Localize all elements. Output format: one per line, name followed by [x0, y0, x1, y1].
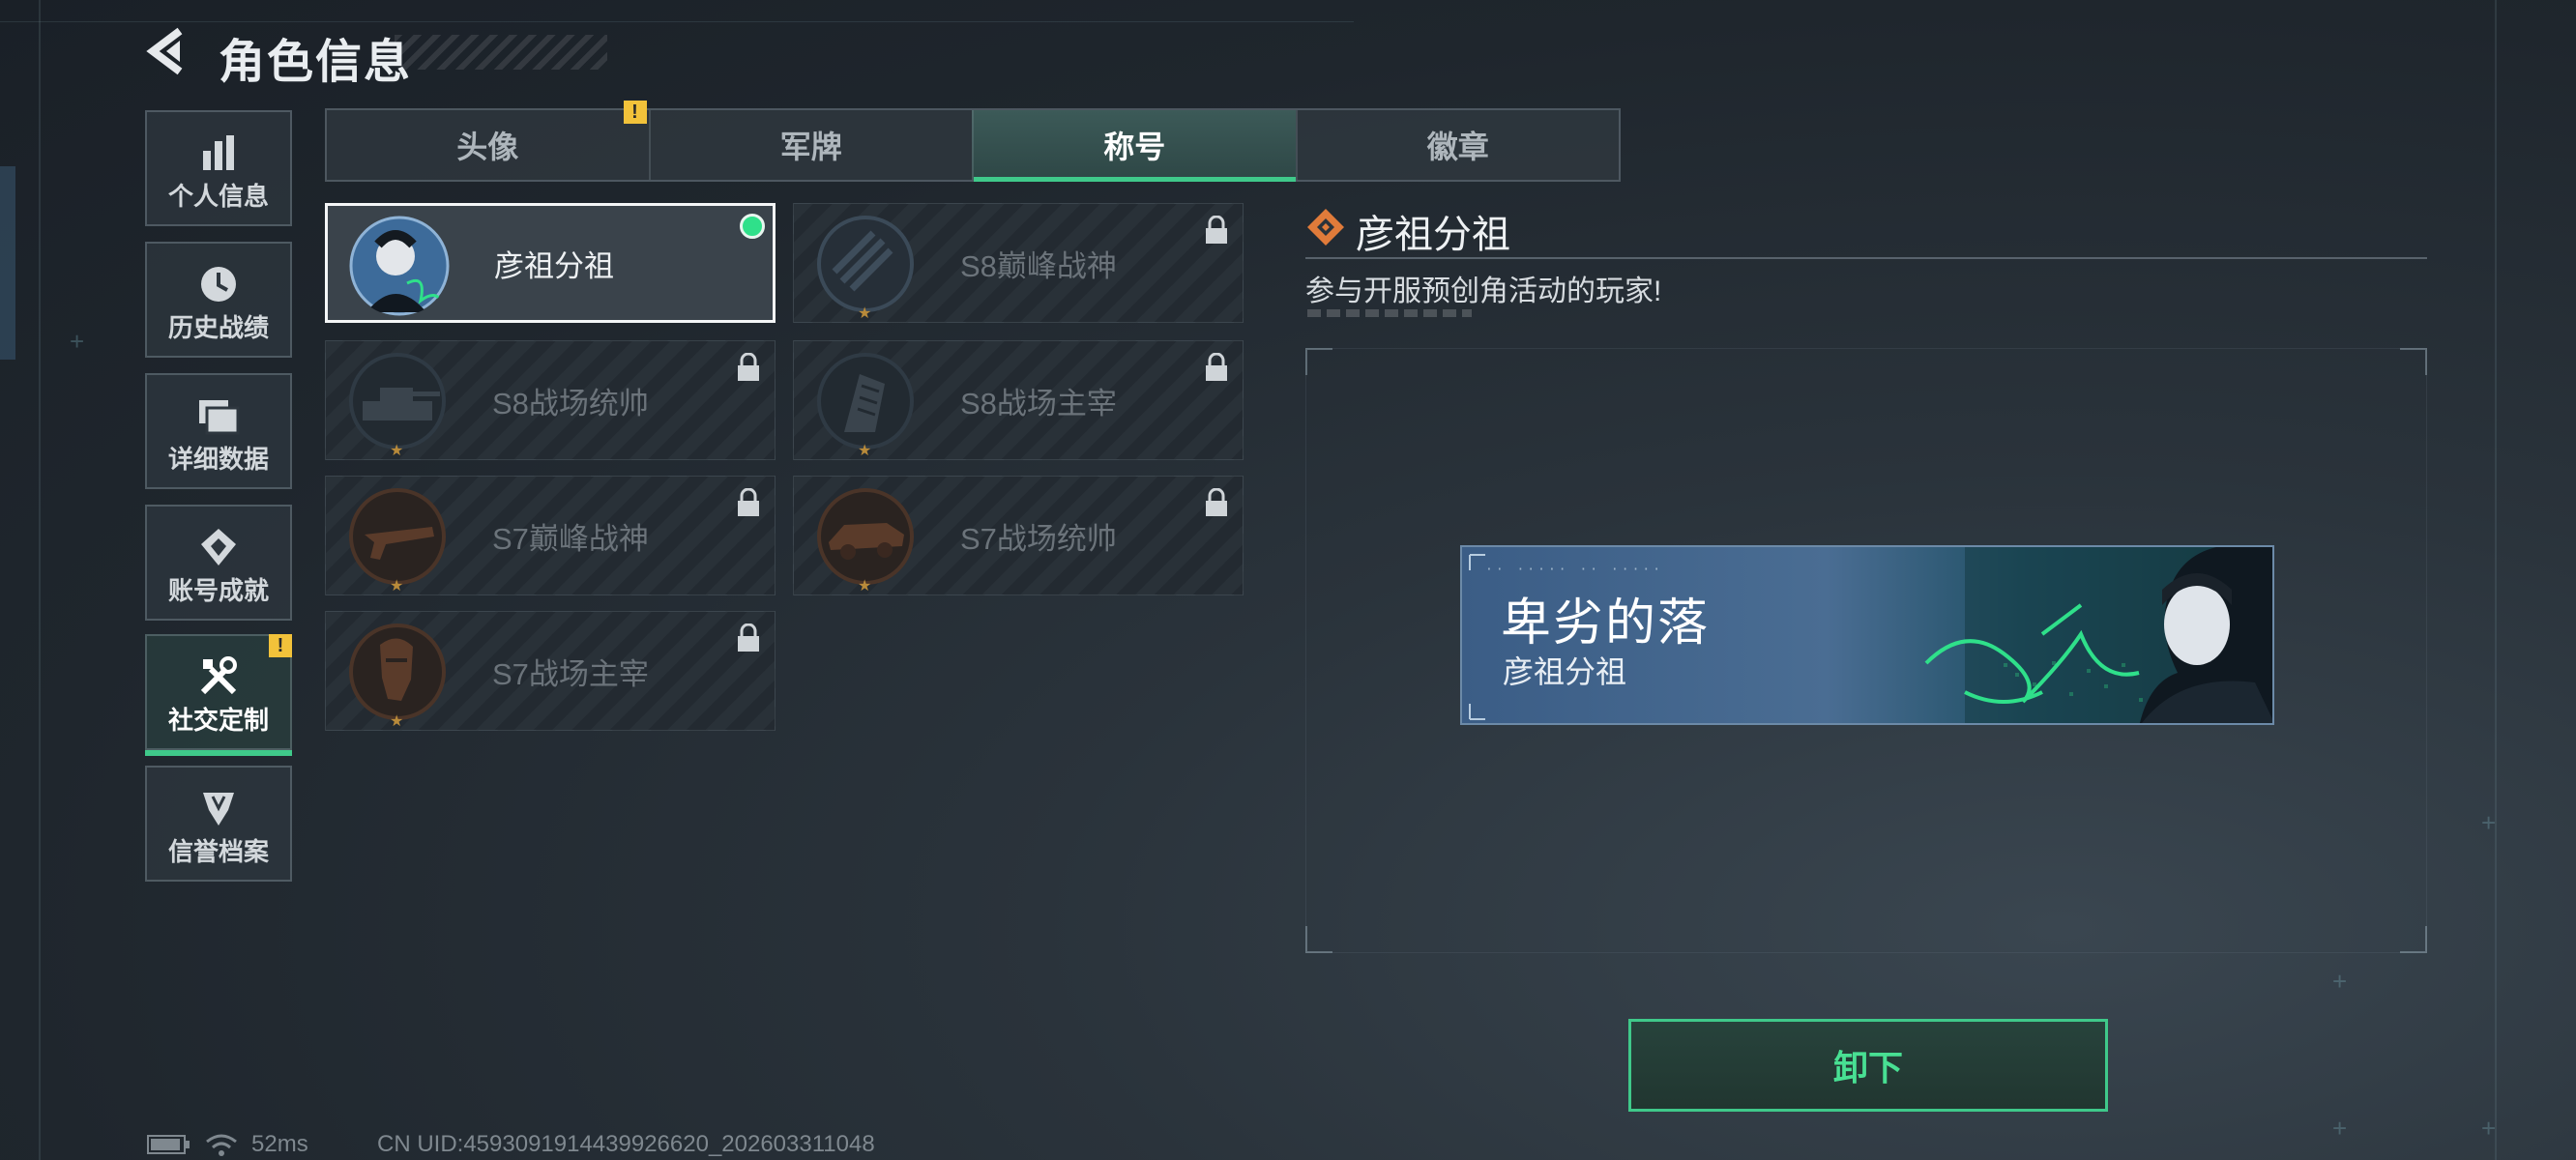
star-icon: ★ — [390, 713, 404, 730]
deco-cross: + — [70, 327, 85, 356]
sidebar-item-profile[interactable]: 个人信息 — [145, 110, 292, 226]
star-icon: ★ — [858, 443, 872, 459]
title-diamond-icon — [1307, 209, 1344, 246]
lock-icon — [738, 488, 759, 516]
back-arrow-icon — [146, 27, 183, 75]
tab-label: 军牌 — [779, 130, 842, 164]
sidebar-item-label: 详细数据 — [167, 445, 269, 474]
tools-icon — [147, 655, 290, 698]
deco-cross: + — [2332, 967, 2348, 996]
sidebar-item-label: 个人信息 — [167, 182, 269, 211]
lock-icon — [738, 353, 759, 381]
title-card[interactable]: ★ S8战场统帅 — [325, 340, 776, 460]
title-name: S8战场主宰 — [960, 386, 1117, 420]
deco-line — [0, 21, 1354, 22]
back-button[interactable] — [145, 27, 193, 75]
title-name: S7战场统帅 — [960, 521, 1117, 556]
ping-value: 52ms — [251, 1131, 308, 1157]
detail-description: 参与开服预创角活动的玩家! — [1305, 276, 1662, 307]
building-emblem-icon — [817, 353, 914, 450]
lock-icon — [738, 624, 759, 652]
active-indicator — [145, 750, 292, 756]
sidebar-item-label: 历史战绩 — [167, 313, 269, 342]
deco-line — [2495, 0, 2497, 1160]
medal-emblem-icon — [817, 216, 914, 312]
star-icon: ★ — [390, 443, 404, 459]
title-name: S7巅峰战神 — [492, 521, 649, 556]
frame-corner — [1305, 348, 1332, 375]
frame-corner — [1305, 926, 1332, 953]
rifle-emblem-icon — [349, 488, 446, 585]
tab-badge[interactable]: 徽章 — [1295, 110, 1620, 180]
clock-icon — [147, 263, 290, 305]
banner-subtitle: 彦祖分祖 — [1503, 654, 1627, 689]
deco-cross: + — [2481, 1114, 2497, 1143]
title-banner-preview: ·· ····· ·· ····· 卑劣的落 彦祖分祖 — [1460, 545, 2274, 725]
detail-decoration — [1307, 309, 1472, 317]
deco-line — [0, 166, 15, 360]
sidebar-item-label: 社交定制 — [167, 706, 269, 735]
tab-bar: 头像 ! 军牌 称号 徽章 — [325, 101, 1621, 182]
title-card[interactable]: 彦祖分祖 — [325, 203, 776, 323]
sidebar-item-achievements[interactable]: 账号成就 — [145, 505, 292, 621]
tab-label: 徽章 — [1426, 130, 1489, 164]
title-card[interactable]: ★ S7战场统帅 — [793, 476, 1244, 595]
battery-icon — [147, 1135, 190, 1154]
vehicle-emblem-icon — [817, 488, 914, 585]
tank-emblem-icon — [349, 353, 446, 450]
star-icon: ★ — [858, 305, 872, 322]
title-card[interactable]: ★ S8战场主宰 — [793, 340, 1244, 460]
tab-label: 称号 — [1103, 130, 1166, 164]
banner-title: 卑劣的落 — [1501, 595, 1711, 652]
sidebar-item-details[interactable]: 详细数据 — [145, 373, 292, 489]
title-decoration — [395, 35, 607, 70]
deco-cross: + — [2332, 1114, 2348, 1143]
uid-text: CN UID:4593091914439926620_202603311048 — [377, 1131, 875, 1157]
tab-dogtag[interactable]: 军牌 — [648, 110, 973, 180]
lock-icon — [1206, 216, 1227, 244]
tab-title[interactable]: 称号 — [972, 110, 1296, 182]
detail-title: 彦祖分祖 — [1356, 214, 1510, 256]
lock-icon — [1206, 488, 1227, 516]
warning-badge: ! — [623, 101, 647, 124]
sidebar-item-social-custom[interactable]: 社交定制 ! — [145, 634, 292, 756]
sidebar-item-reputation[interactable]: 信誉档案 — [145, 766, 292, 882]
wifi-icon — [206, 1134, 237, 1156]
sidebar-item-label: 信誉档案 — [167, 837, 269, 866]
tab-avatar[interactable]: 头像 ! — [327, 101, 649, 180]
deco-cross: + — [2481, 808, 2497, 837]
soldier-emblem-icon — [349, 624, 446, 720]
lock-icon — [1206, 353, 1227, 381]
star-icon: ★ — [390, 578, 404, 594]
tab-label: 头像 — [456, 130, 519, 164]
divider — [1305, 257, 2427, 259]
title-card[interactable]: ★ S8巅峰战神 — [793, 203, 1244, 323]
sidebar-item-history[interactable]: 历史战绩 — [145, 242, 292, 358]
bar-chart-icon — [147, 131, 290, 174]
warning-badge: ! — [269, 634, 292, 657]
frame-corner — [2400, 348, 2427, 375]
sidebar-item-label: 账号成就 — [167, 576, 269, 605]
folder-icon — [147, 394, 290, 437]
achievement-icon — [147, 526, 290, 568]
avatar — [349, 216, 450, 316]
unequip-button[interactable]: 卸下 — [1628, 1019, 2108, 1112]
title-name: S7战场主宰 — [492, 656, 649, 691]
status-bar: 52ms — [147, 1131, 308, 1158]
equipped-indicator — [740, 214, 765, 239]
page-title: 角色信息 — [219, 37, 413, 88]
title-name: S8巅峰战神 — [960, 248, 1117, 283]
frame-corner — [2400, 926, 2427, 953]
deco-line — [39, 0, 41, 1160]
banner-code: ·· ····· ·· ····· — [1485, 563, 1664, 577]
reputation-icon — [147, 787, 290, 829]
title-card[interactable]: ★ S7巅峰战神 — [325, 476, 776, 595]
star-icon: ★ — [858, 578, 872, 594]
title-card[interactable]: ★ S7战场主宰 — [325, 611, 776, 731]
title-name: 彦祖分祖 — [494, 248, 614, 283]
title-name: S8战场统帅 — [492, 386, 649, 420]
